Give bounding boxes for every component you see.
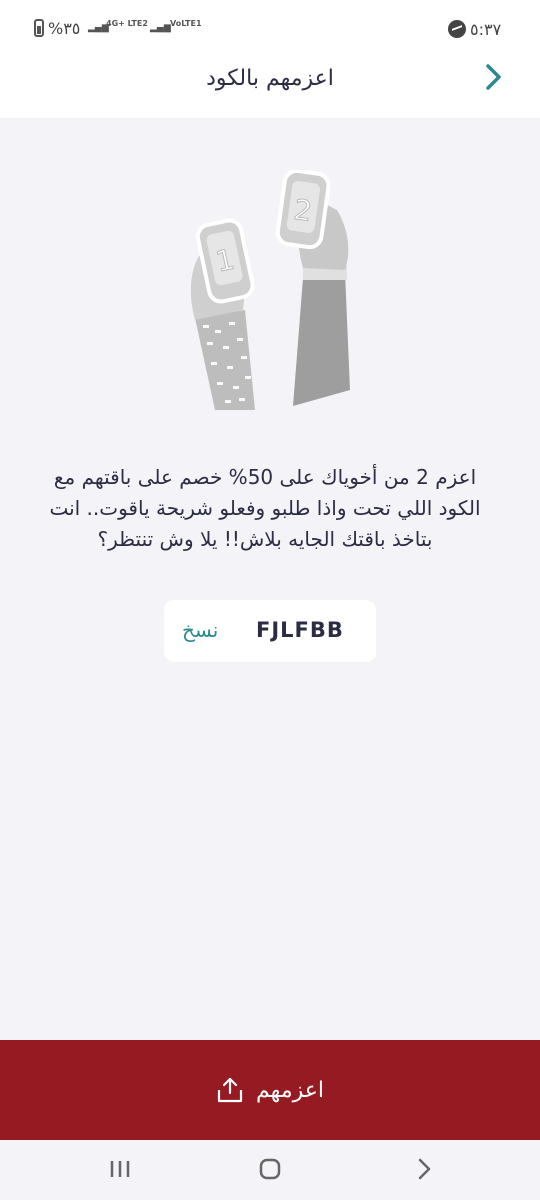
sim1-network: VoLTE1 — [170, 19, 202, 28]
battery-percent: %٣٥ — [48, 19, 81, 38]
share-upload-icon — [217, 1077, 243, 1103]
invite-button[interactable]: اعزمهم — [0, 1040, 540, 1140]
chevron-right-icon[interactable] — [478, 62, 508, 92]
status-bar: %٣٥ ▂▄▆ 4G+ LTE2 ▂▄▆ VoLTE1 ٥:٣٧ — [0, 0, 540, 60]
sim2-network: 4G+ LTE2 — [106, 19, 148, 28]
page-title: اعزمهم بالكود — [206, 66, 334, 91]
referral-code: FJLFBB — [256, 618, 344, 642]
invite-message: اعزم 2 من أخوياك على 50% خصم على باقتهم … — [49, 465, 481, 551]
invite-button-label: اعزمهم — [256, 1077, 324, 1103]
hands-with-phones-illustration: 1 2 — [190, 170, 350, 410]
recent-apps-icon[interactable] — [108, 1157, 132, 1181]
battery-icon — [34, 19, 44, 37]
messenger-icon — [448, 20, 466, 38]
back-icon[interactable] — [412, 1157, 436, 1181]
copy-button[interactable]: نسخ — [182, 618, 218, 642]
home-icon[interactable] — [258, 1157, 282, 1181]
app-bar: اعزمهم بالكود — [0, 60, 540, 118]
system-navigation-bar — [0, 1140, 540, 1200]
referral-code-card: نسخ FJLFBB — [164, 600, 376, 662]
status-time: ٥:٣٧ — [470, 20, 502, 39]
signal-icon: ▂▄▆ — [150, 23, 171, 33]
